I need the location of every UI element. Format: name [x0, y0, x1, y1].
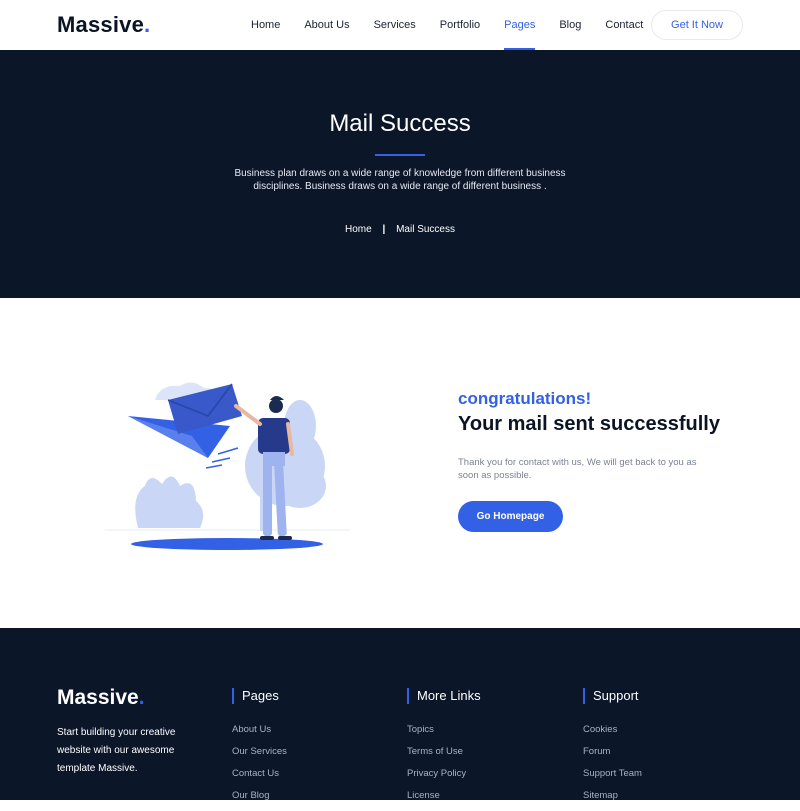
footer-link-terms-of-use[interactable]: Terms of Use: [407, 745, 481, 767]
logo[interactable]: Massive.: [57, 12, 150, 38]
logo-dot: .: [144, 12, 151, 37]
get-it-now-button[interactable]: Get It Now: [651, 10, 743, 40]
footer-link-our-blog[interactable]: Our Blog: [232, 789, 287, 811]
page-title: Mail Success: [329, 110, 471, 137]
site-footer: Massive. Start building your creative we…: [0, 628, 800, 801]
go-homepage-button[interactable]: Go Homepage: [458, 501, 563, 532]
footer-link-about-us[interactable]: About Us: [232, 723, 287, 745]
footer-link-forum[interactable]: Forum: [583, 745, 642, 767]
footer-tagline: Start building your creative website wit…: [57, 727, 176, 774]
footer-column-more-links: More Links Topics Terms of Use Privacy P…: [407, 688, 481, 811]
nav-item-home[interactable]: Home: [251, 0, 280, 50]
hero-description: Business plan draws on a wide range of k…: [234, 168, 566, 192]
hero-banner: Mail Success Business plan draws on a wi…: [0, 50, 800, 298]
footer-logo-dot: .: [138, 686, 145, 709]
nav-item-pages[interactable]: Pages: [504, 0, 536, 50]
logo-text: Massive: [57, 12, 145, 37]
breadcrumb: Home | Mail Success: [0, 224, 800, 235]
nav-item-about-us[interactable]: About Us: [304, 0, 349, 50]
success-headline: Your mail sent successfully: [458, 413, 720, 435]
footer-link-sitemap[interactable]: Sitemap: [583, 789, 642, 811]
mail-success-section: congratulations! Your mail sent successf…: [0, 298, 800, 628]
congrats-heading: congratulations!: [458, 389, 592, 408]
footer-link-topics[interactable]: Topics: [407, 723, 481, 745]
mail-sent-illustration: [105, 382, 350, 550]
main-nav: Home About Us Services Portfolio Pages B…: [251, 0, 667, 50]
breadcrumb-home[interactable]: Home: [345, 224, 372, 235]
footer-column-title: Pages: [232, 688, 287, 704]
footer-column-title: Support: [583, 688, 642, 704]
footer-link-privacy-policy[interactable]: Privacy Policy: [407, 767, 481, 789]
title-underline: [375, 154, 425, 156]
footer-logo-text: Massive: [57, 686, 139, 709]
site-header: Massive. Home About Us Services Portfoli…: [0, 0, 800, 50]
footer-link-contact-us[interactable]: Contact Us: [232, 767, 287, 789]
footer-column-pages: Pages About Us Our Services Contact Us O…: [232, 688, 287, 811]
footer-logo[interactable]: Massive.: [57, 686, 145, 710]
footer-link-our-services[interactable]: Our Services: [232, 745, 287, 767]
breadcrumb-separator: |: [382, 224, 386, 235]
footer-link-support-team[interactable]: Support Team: [583, 767, 642, 789]
nav-item-services[interactable]: Services: [374, 0, 416, 50]
nav-item-contact[interactable]: Contact: [605, 0, 643, 50]
nav-item-portfolio[interactable]: Portfolio: [440, 0, 480, 50]
footer-column-title: More Links: [407, 688, 481, 704]
footer-column-support: Support Cookies Forum Support Team Sitem…: [583, 688, 642, 811]
footer-link-license[interactable]: License: [407, 789, 481, 811]
breadcrumb-current: Mail Success: [396, 224, 455, 235]
footer-link-cookies[interactable]: Cookies: [583, 723, 642, 745]
nav-item-blog[interactable]: Blog: [559, 0, 581, 50]
success-message: Thank you for contact with us, We will g…: [458, 457, 697, 481]
